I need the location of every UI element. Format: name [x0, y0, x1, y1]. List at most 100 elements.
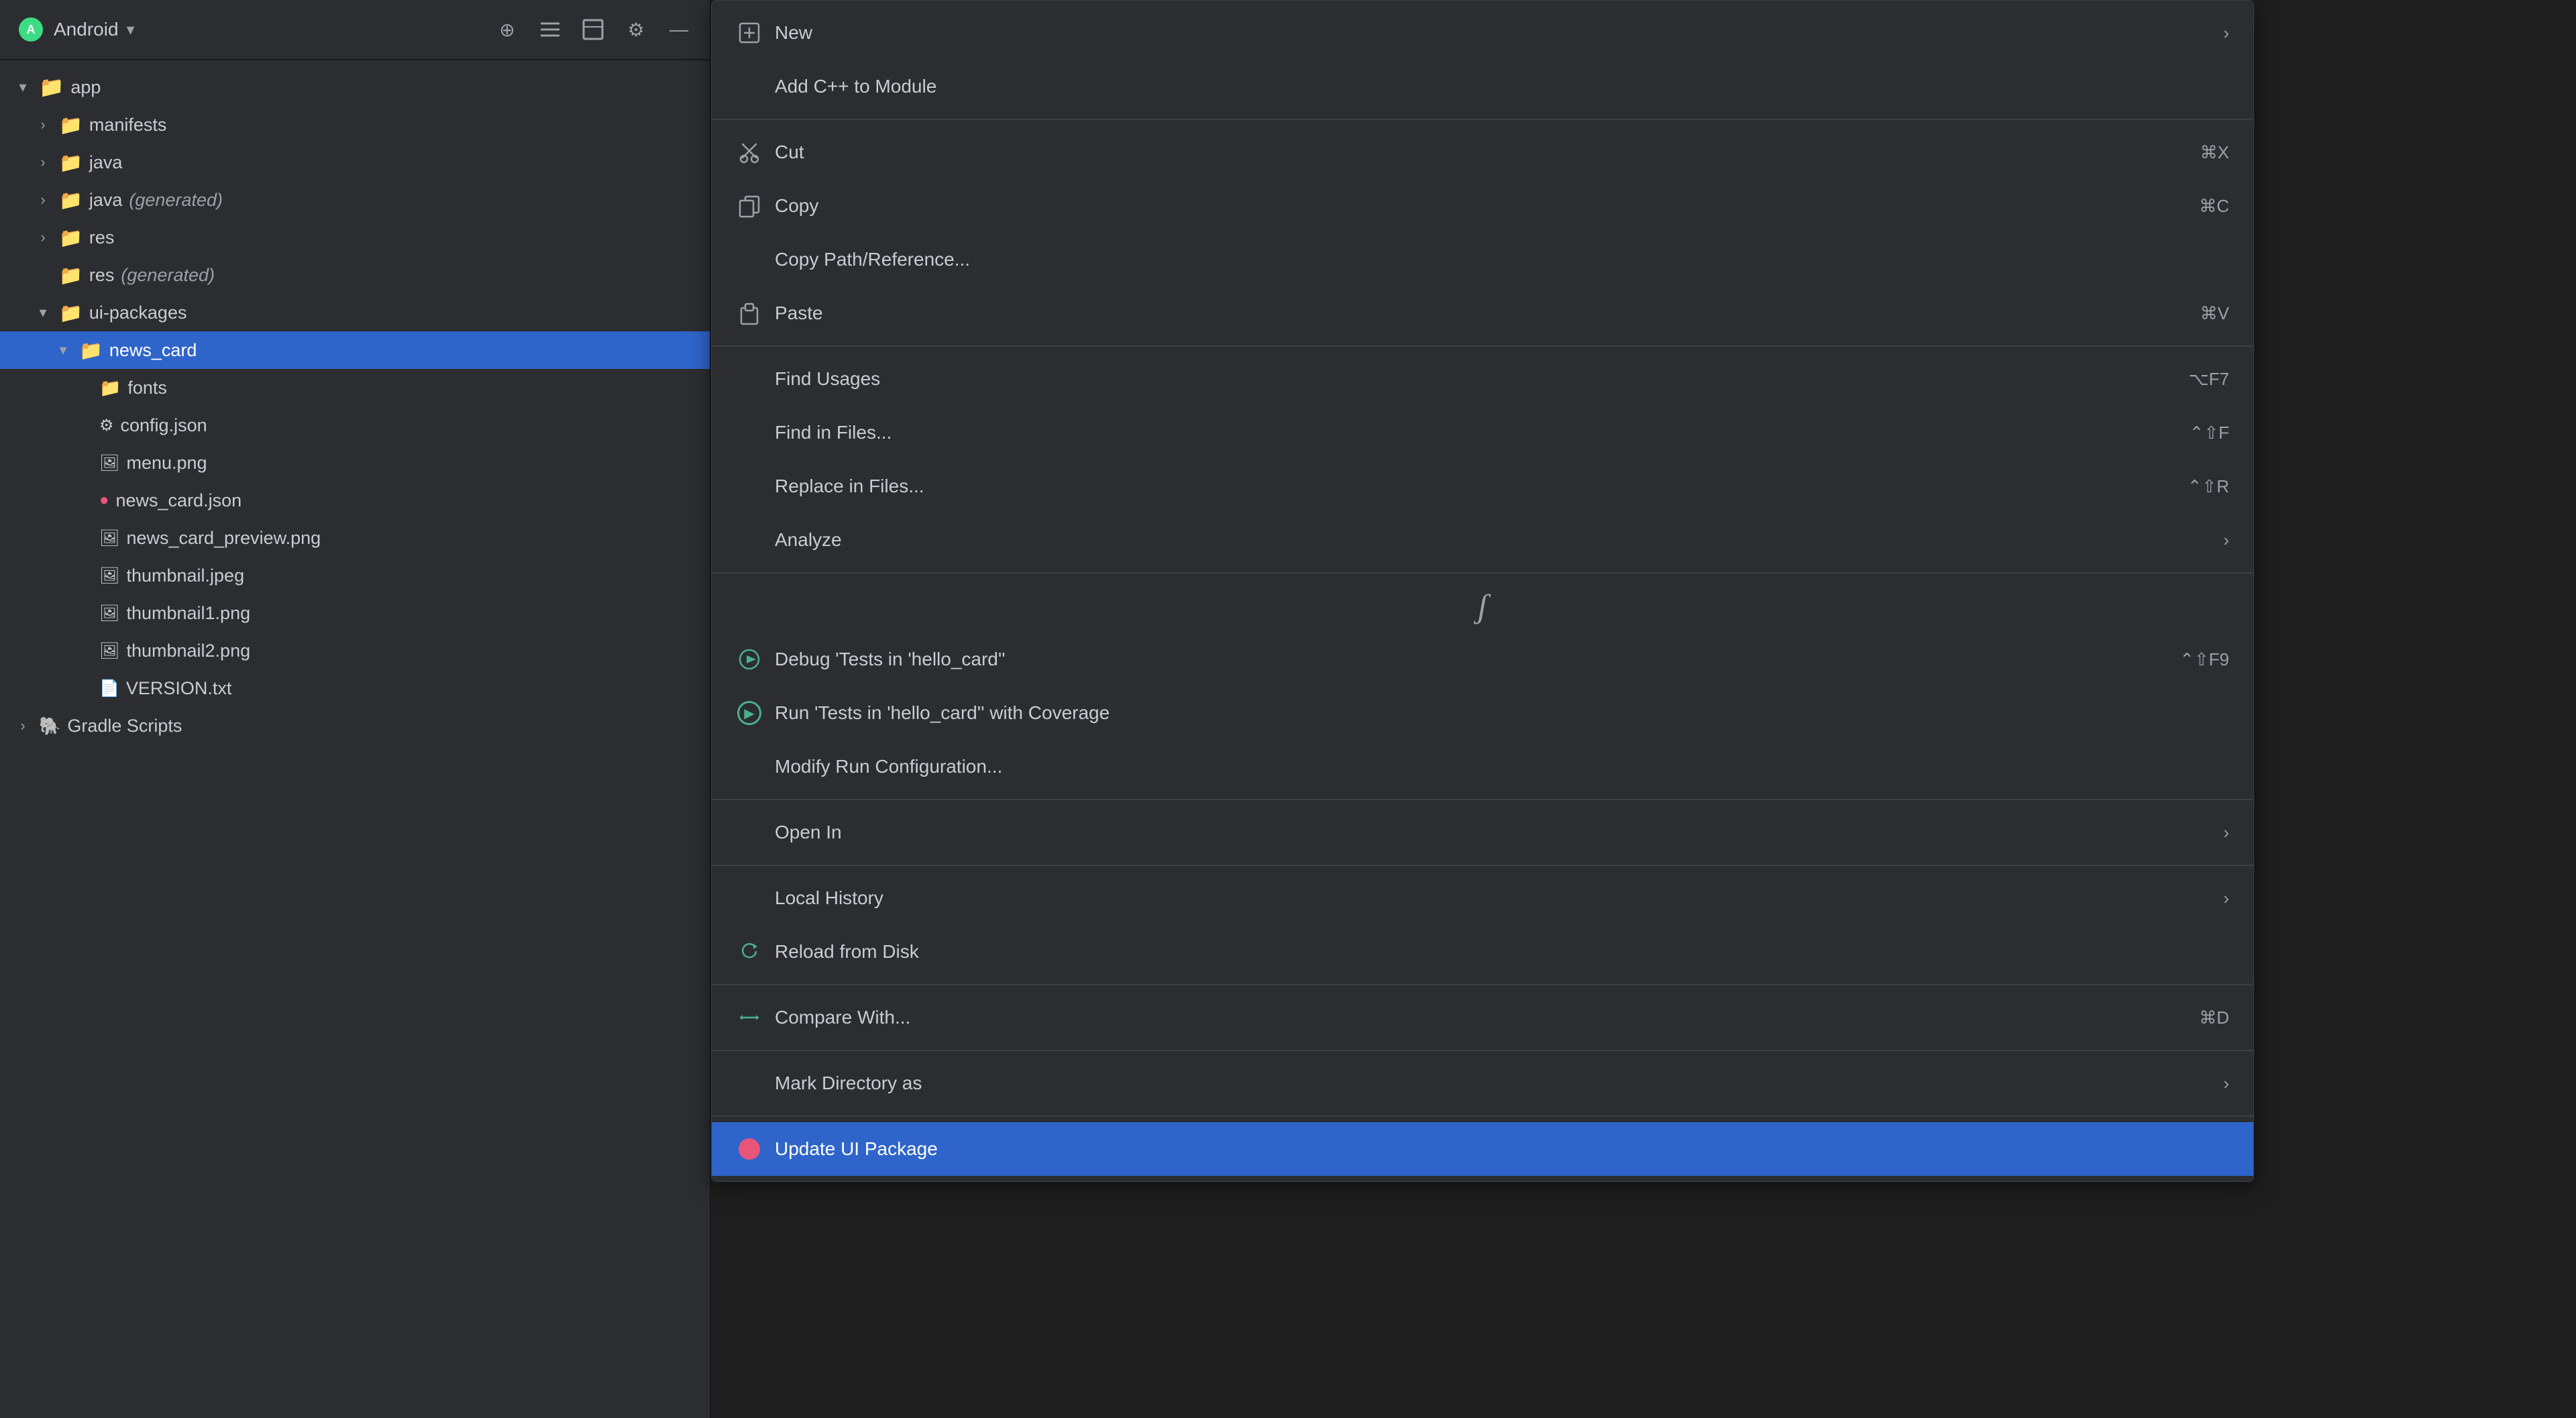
- shortcut-replace-in-files: ⌃⇧R: [2188, 476, 2229, 497]
- file-image-icon: 🖼: [99, 641, 119, 661]
- menu-item-local-history[interactable]: Local History ›: [712, 871, 2253, 925]
- menu-item-find-in-files[interactable]: Find in Files... ⌃⇧F: [712, 406, 2253, 459]
- menu-item-debug[interactable]: Debug 'Tests in 'hello_card'' ⌃⇧F9: [712, 633, 2253, 686]
- menu-item-new[interactable]: New ›: [712, 6, 2253, 60]
- folder-icon: 📁: [59, 264, 83, 286]
- pink-dot-icon: [736, 1136, 763, 1162]
- tree-item-label: thumbnail2.png: [126, 641, 250, 661]
- tree-item-res-generated[interactable]: 📁 res (generated): [0, 256, 710, 294]
- separator-8: [712, 1115, 2253, 1117]
- tree-item-label: thumbnail1.png: [126, 603, 250, 624]
- chevron-icon: ▾: [34, 303, 52, 322]
- shortcut-copy: ⌘C: [2199, 196, 2229, 217]
- tree-item-version-txt[interactable]: 📄 VERSION.txt: [0, 669, 710, 707]
- tree-item-news-card-json[interactable]: ● news_card.json: [0, 482, 710, 519]
- menu-item-paste[interactable]: Paste ⌘V: [712, 286, 2253, 340]
- chevron-icon: ›: [34, 190, 52, 209]
- menu-item-label-find-in-files: Find in Files...: [775, 422, 2178, 443]
- chevron-icon: [74, 641, 93, 660]
- shortcut-paste: ⌘V: [2200, 303, 2229, 324]
- folder-teal-icon: 📁: [59, 189, 83, 211]
- gradle-icon: 🐘: [39, 716, 60, 737]
- chevron-icon: [74, 453, 93, 472]
- cut-icon: [736, 139, 763, 166]
- tree-item-label: java: [89, 152, 123, 173]
- chevron-icon: [34, 266, 52, 284]
- tree-item-label: manifests: [89, 115, 167, 135]
- chevron-icon: ›: [34, 115, 52, 134]
- menu-item-modify-run[interactable]: Modify Run Configuration...: [712, 740, 2253, 794]
- expand-all-button[interactable]: [578, 15, 608, 44]
- chevron-icon: ›: [13, 716, 32, 735]
- reload-icon: [736, 938, 763, 965]
- tree-item-news-card[interactable]: ▾ 📁 news_card: [0, 331, 710, 369]
- folder-icon: 📁: [59, 302, 83, 324]
- tree-item-java-generated[interactable]: › 📁 java (generated): [0, 181, 710, 219]
- tree-item-label: res: [89, 265, 115, 286]
- project-name: Android: [54, 19, 119, 40]
- file-image-icon: 🖼: [99, 604, 119, 623]
- menu-item-label-update-ui-package: Update UI Package: [775, 1138, 2229, 1160]
- tree-item-manifests[interactable]: › 📁 manifests: [0, 106, 710, 144]
- shortcut-compare-with: ⌘D: [2199, 1007, 2229, 1028]
- shortcut-debug: ⌃⇧F9: [2180, 649, 2229, 670]
- right-panel: New › Add C++ to Module Cut ⌘X Copy ⌘C C…: [711, 0, 2576, 1418]
- menu-item-mark-directory[interactable]: Mark Directory as ›: [712, 1056, 2253, 1110]
- menu-item-compare-with[interactable]: Compare With... ⌘D: [712, 991, 2253, 1044]
- menu-item-analyze[interactable]: Analyze ›: [712, 513, 2253, 567]
- tree-item-gradle-scripts[interactable]: › 🐘 Gradle Scripts: [0, 707, 710, 745]
- copy-icon: [736, 193, 763, 219]
- shortcut-cut: ⌘X: [2200, 142, 2229, 163]
- menu-item-run-coverage[interactable]: ▶ Run 'Tests in 'hello_card'' with Cover…: [712, 686, 2253, 740]
- menu-item-label-add-cpp: Add C++ to Module: [775, 76, 2229, 97]
- menu-item-cut[interactable]: Cut ⌘X: [712, 125, 2253, 179]
- file-icon: 📄: [99, 679, 119, 698]
- submenu-arrow-icon: ›: [2223, 822, 2229, 843]
- tree-item-java[interactable]: › 📁 java: [0, 144, 710, 181]
- menu-item-find-usages[interactable]: Find Usages ⌥F7: [712, 352, 2253, 406]
- menu-item-reload-disk[interactable]: Reload from Disk: [712, 925, 2253, 979]
- menu-item-copy-path[interactable]: Copy Path/Reference...: [712, 233, 2253, 286]
- tree-item-thumbnail1-png[interactable]: 🖼 thumbnail1.png: [0, 594, 710, 632]
- add-target-button[interactable]: ⊕: [492, 15, 522, 44]
- tree-item-label: Gradle Scripts: [67, 716, 182, 737]
- menu-item-replace-in-files[interactable]: Replace in Files... ⌃⇧R: [712, 459, 2253, 513]
- tree-item-app[interactable]: ▾ 📁 app: [0, 68, 710, 106]
- compare-icon: [736, 1004, 763, 1031]
- chevron-icon: [74, 416, 93, 435]
- chevron-icon: ▾: [13, 78, 32, 97]
- settings-button[interactable]: ⚙: [621, 15, 651, 44]
- tree-item-fonts[interactable]: 📁 fonts: [0, 369, 710, 406]
- tree-item-config-json[interactable]: ⚙ config.json: [0, 406, 710, 444]
- chevron-icon: [74, 604, 93, 622]
- folder-icon: 📁: [59, 227, 83, 249]
- tree-item-menu-png[interactable]: 🖼 menu.png: [0, 444, 710, 482]
- tree-item-res[interactable]: › 📁 res: [0, 219, 710, 256]
- folder-icon: 📁: [99, 378, 121, 398]
- tree-item-label: news_card_preview.png: [126, 528, 321, 549]
- folder-icon: 📁: [59, 114, 83, 136]
- menu-item-open-in[interactable]: Open In ›: [712, 806, 2253, 859]
- tree-item-thumbnail2-png[interactable]: 🖼 thumbnail2.png: [0, 632, 710, 669]
- separator-3: [712, 572, 2253, 574]
- tree-item-ui-packages[interactable]: ▾ 📁 ui-packages: [0, 294, 710, 331]
- menu-item-add-cpp[interactable]: Add C++ to Module: [712, 60, 2253, 113]
- file-red-icon: ●: [99, 491, 109, 510]
- separator-4: [712, 799, 2253, 800]
- chevron-icon: ›: [34, 228, 52, 247]
- project-title[interactable]: A Android ▾: [16, 15, 135, 44]
- submenu-arrow-icon: ›: [2223, 23, 2229, 44]
- new-icon: [736, 19, 763, 46]
- collapse-all-button[interactable]: [535, 15, 565, 44]
- minimize-button[interactable]: —: [664, 15, 694, 44]
- file-image-icon: 🖼: [99, 453, 119, 473]
- menu-item-copy[interactable]: Copy ⌘C: [712, 179, 2253, 233]
- file-tree: ▾ 📁 app › 📁 manifests › 📁 java › 📁 java …: [0, 60, 710, 1418]
- menu-item-label-local-history: Local History: [775, 887, 2211, 909]
- tree-item-label: menu.png: [126, 453, 207, 474]
- menu-item-update-ui-package[interactable]: Update UI Package: [712, 1122, 2253, 1176]
- tree-item-label: VERSION.txt: [126, 678, 232, 699]
- tree-item-thumbnail-jpeg[interactable]: 🖼 thumbnail.jpeg: [0, 557, 710, 594]
- submenu-arrow-icon: ›: [2223, 1073, 2229, 1094]
- tree-item-news-card-preview[interactable]: 🖼 news_card_preview.png: [0, 519, 710, 557]
